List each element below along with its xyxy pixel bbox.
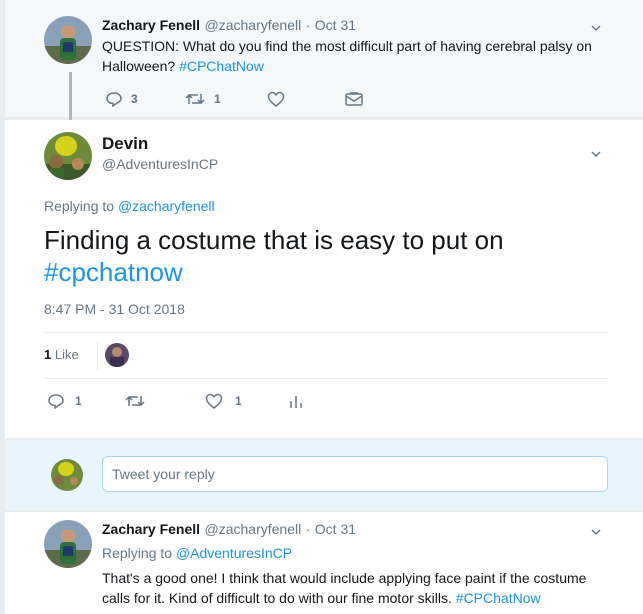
thread-line	[69, 72, 72, 124]
divider	[44, 378, 608, 379]
avatar[interactable]	[44, 132, 92, 180]
tweet-text-line2: Halloween?	[102, 58, 176, 74]
likes-stat[interactable]: 1 Like	[44, 347, 79, 362]
heart-icon	[205, 393, 223, 409]
like-count: 1	[235, 394, 242, 408]
tweet-timestamp[interactable]: 8:47 PM - 31 Oct 2018	[44, 301, 185, 317]
retweet-button[interactable]	[125, 393, 145, 409]
reply-button[interactable]: 1	[47, 393, 82, 409]
reply-input[interactable]: Tweet your reply	[102, 456, 608, 492]
tweet-date[interactable]: Oct 31	[315, 521, 356, 537]
analytics-button[interactable]	[289, 393, 303, 409]
heart-icon	[267, 91, 285, 107]
divider	[44, 332, 608, 333]
reply-icon	[48, 394, 64, 409]
author-name[interactable]: Devin	[102, 134, 148, 154]
reply-icon	[106, 92, 122, 107]
stat-divider	[97, 342, 98, 370]
avatar	[51, 459, 83, 491]
replying-to-label: Replying to	[44, 198, 115, 214]
author-handle[interactable]: @zacharyfenell	[205, 17, 302, 33]
replying-to: Replying to @AdventuresInCP	[102, 545, 292, 561]
like-button[interactable]	[267, 91, 285, 107]
tweet-text: Finding a costume that is easy to put on…	[44, 224, 504, 288]
like-button[interactable]: 1	[205, 393, 242, 409]
tweet-text-line1: Finding a costume that is easy to put on	[44, 225, 504, 255]
reply-composer: Tweet your reply	[5, 440, 643, 510]
tweet-text: QUESTION: What do you find the most diff…	[102, 36, 592, 76]
hashtag-link[interactable]: #CPChatNow	[456, 590, 541, 606]
reply-count: 3	[131, 92, 138, 106]
reply-button[interactable]: 3	[105, 91, 138, 107]
focused-tweet[interactable]: Devin @AdventuresInCP Replying to @zacha…	[5, 120, 643, 438]
hashtag-link[interactable]: #cpchatnow	[44, 256, 504, 288]
parent-tweet[interactable]: Zachary Fenell @zacharyfenell · Oct 31 Q…	[5, 0, 643, 124]
retweet-count: 1	[214, 92, 221, 106]
chevron-down-icon[interactable]	[591, 527, 601, 537]
reply-placeholder: Tweet your reply	[112, 466, 215, 482]
tweet-date[interactable]: Oct 31	[315, 17, 356, 33]
tweet-text-line1: QUESTION: What do you find the most diff…	[102, 38, 592, 54]
chevron-down-icon[interactable]	[591, 149, 601, 159]
chevron-down-icon[interactable]	[591, 23, 601, 33]
reply-tweet[interactable]: Zachary Fenell @zacharyfenell · Oct 31 R…	[5, 512, 643, 614]
author-name[interactable]: Zachary Fenell	[102, 521, 200, 537]
author-handle[interactable]: @AdventuresInCP	[102, 156, 218, 172]
retweet-button[interactable]: 1	[185, 91, 221, 107]
replying-to-handle[interactable]: @zacharyfenell	[118, 198, 215, 214]
replying-to-label: Replying to	[102, 545, 173, 561]
analytics-icon	[290, 396, 302, 408]
tweet-text-line2: calls for it. Kind of difficult to do wi…	[102, 590, 452, 606]
tweet-text-line1: That's a good one! I think that would in…	[102, 570, 587, 586]
retweet-icon	[125, 395, 145, 407]
avatar[interactable]	[44, 520, 92, 568]
replying-to: Replying to @zacharyfenell	[44, 198, 215, 214]
dm-icon	[345, 92, 363, 106]
hashtag-link[interactable]: #CPChatNow	[179, 58, 264, 74]
likes-count: 1	[44, 347, 52, 362]
liker-avatar[interactable]	[105, 343, 129, 367]
tweet-text: That's a good one! I think that would in…	[102, 568, 586, 608]
retweet-icon	[185, 93, 205, 105]
separator-dot: ·	[305, 17, 311, 33]
reply-count: 1	[75, 394, 82, 408]
replying-to-handle[interactable]: @AdventuresInCP	[176, 545, 292, 561]
author-handle[interactable]: @zacharyfenell	[205, 521, 302, 537]
author-name[interactable]: Zachary Fenell	[102, 17, 200, 33]
separator-dot: ·	[305, 521, 311, 537]
likes-label: Like	[54, 347, 79, 362]
direct-message-button[interactable]	[345, 92, 363, 106]
avatar[interactable]	[44, 16, 92, 64]
